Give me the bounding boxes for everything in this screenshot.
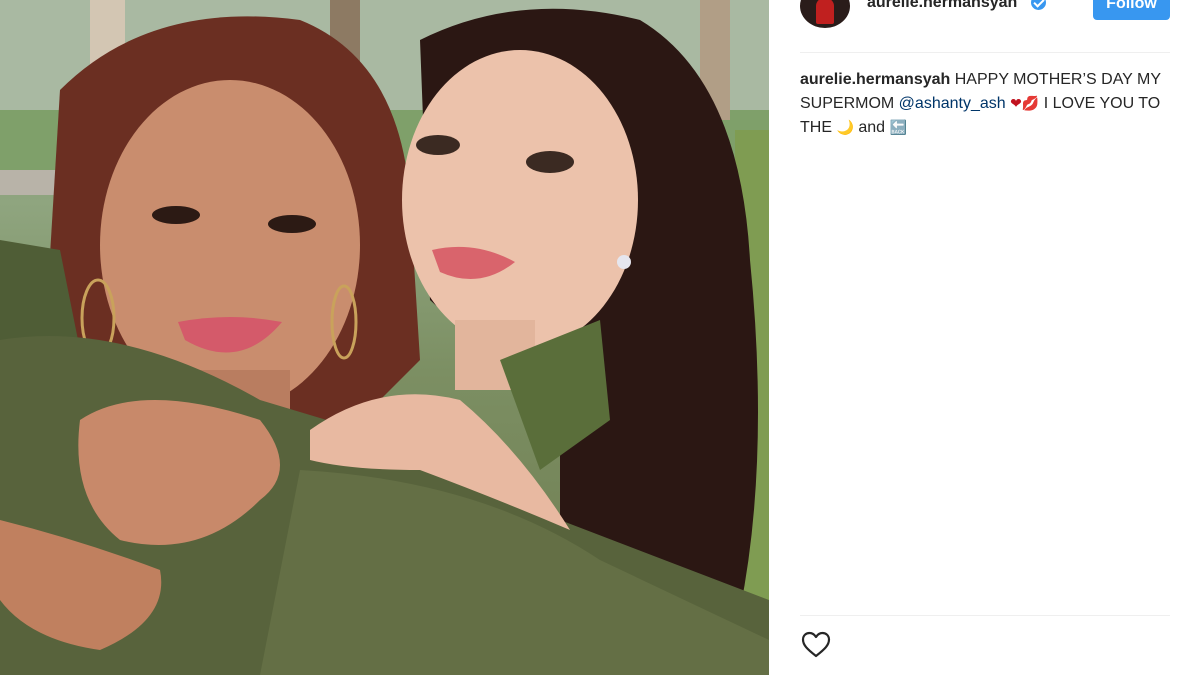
avatar-dress [816,0,834,24]
actions-divider [800,615,1170,616]
verified-badge-icon [1031,0,1046,10]
post-side-panel: aurelie.hermansyah Follow aurelie.herman… [769,0,1200,675]
kiss-emoji-icon: 💋 [1021,96,1040,112]
username-link[interactable]: aurelie.hermansyah [867,0,1017,12]
post-header: aurelie.hermansyah Follow [769,0,1200,52]
moon-emoji-icon: 🌙 [836,120,854,136]
caption-text-3: and [853,119,890,136]
heart-outline-icon[interactable] [800,629,832,659]
back-arrow-emoji-icon: 🔙 [889,120,907,136]
follow-button[interactable]: Follow [1093,0,1170,20]
heart-emoji-icon: ❤ [1010,96,1022,112]
header-divider [800,52,1170,53]
post-caption: aurelie.hermansyah HAPPY MOTHER’S DAY MY… [800,68,1170,140]
caption-mention-link[interactable]: @ashanty_ash [899,95,1006,112]
caption-username-link[interactable]: aurelie.hermansyah [800,71,950,88]
post-photo[interactable] [0,0,769,675]
selfie-illustration [0,0,769,675]
avatar[interactable] [800,0,850,28]
